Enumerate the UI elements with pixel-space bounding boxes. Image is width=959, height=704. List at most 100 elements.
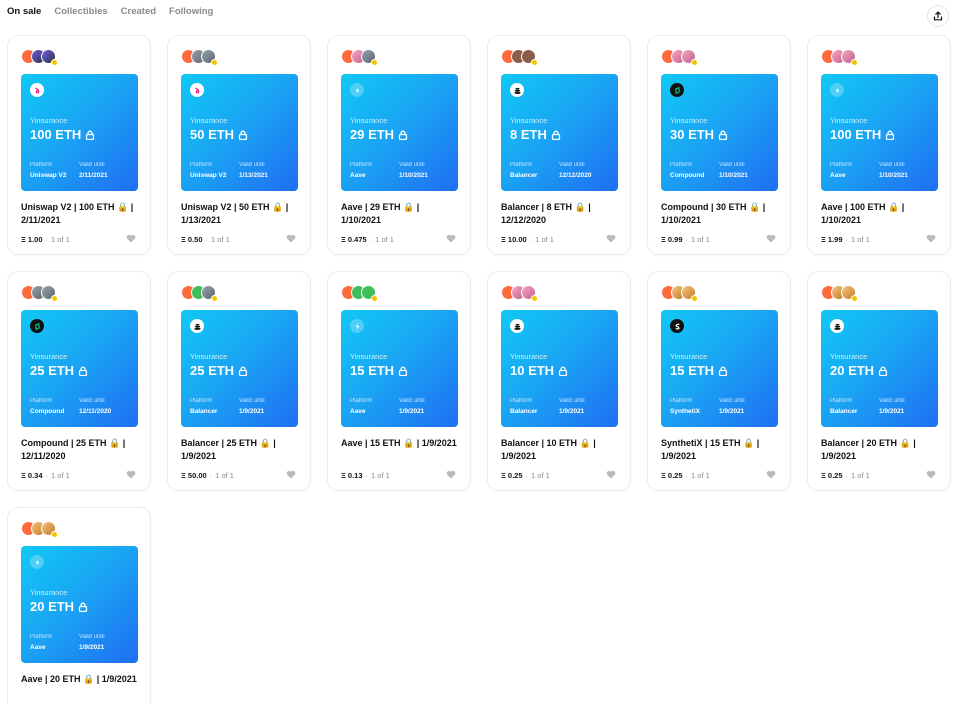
nft-title[interactable]: Aave | 15 ETH 🔒 | 1/9/2021 <box>341 437 457 463</box>
creator-avatars <box>341 283 457 302</box>
platform-value: Compound <box>670 172 705 179</box>
nft-card[interactable]: Yinsurance 50 ETH Platform Valid until U… <box>167 35 311 255</box>
lock-icon <box>398 130 408 140</box>
heart-icon[interactable] <box>446 470 456 479</box>
nft-card[interactable]: Yinsurance 25 ETH Platform Valid until B… <box>167 271 311 491</box>
heart-icon[interactable] <box>126 470 136 479</box>
edition-count: 1 of 1 <box>531 471 550 480</box>
nft-card[interactable]: Yinsurance 15 ETH Platform Valid until S… <box>647 271 791 491</box>
owner-avatar[interactable] <box>521 284 538 302</box>
heart-icon[interactable] <box>766 234 776 243</box>
heart-icon[interactable] <box>126 234 136 243</box>
platform-label: Platform <box>830 398 853 404</box>
price: Ξ 0.25 <box>821 471 843 480</box>
nft-artwork[interactable]: Yinsurance 100 ETH Platform Valid until … <box>821 74 938 191</box>
tab-on-sale[interactable]: On sale <box>7 6 41 17</box>
nft-title[interactable]: Balancer | 8 ETH 🔒 | 12/12/2020 <box>501 201 617 227</box>
nft-card[interactable]: Yinsurance 30 ETH Platform Valid until C… <box>647 35 791 255</box>
brand-label: Yinsurance <box>190 116 228 125</box>
heart-icon[interactable] <box>926 234 936 243</box>
nft-title[interactable]: Uniswap V2 | 100 ETH 🔒 | 2/11/2021 <box>21 201 137 227</box>
owner-avatar[interactable] <box>841 48 858 66</box>
nft-card[interactable]: Yinsurance 100 ETH Platform Valid until … <box>7 35 151 255</box>
nft-card[interactable]: Yinsurance 10 ETH Platform Valid until B… <box>487 271 631 491</box>
nft-artwork[interactable]: Yinsurance 15 ETH Platform Valid until A… <box>341 310 458 427</box>
tab-created[interactable]: Created <box>121 6 156 17</box>
coverage-amount: 100 ETH <box>830 127 895 142</box>
platform-label: Platform <box>30 162 53 168</box>
owner-avatar[interactable] <box>41 284 58 302</box>
heart-icon[interactable] <box>766 470 776 479</box>
creator-avatars <box>181 283 297 302</box>
nft-card[interactable]: Yinsurance 8 ETH Platform Valid until Ba… <box>487 35 631 255</box>
lock-icon <box>78 602 88 612</box>
price: Ξ 10.00 <box>501 235 527 244</box>
nft-title[interactable]: Balancer | 20 ETH 🔒 | 1/9/2021 <box>821 437 937 463</box>
nft-title[interactable]: SynthetiX | 15 ETH 🔒 | 1/9/2021 <box>661 437 777 463</box>
valid-until-label: Valid until <box>719 398 745 404</box>
owner-avatar[interactable] <box>681 48 698 66</box>
nft-artwork[interactable]: Yinsurance 50 ETH Platform Valid until U… <box>181 74 298 191</box>
owner-avatar[interactable] <box>41 48 58 66</box>
platform-value: Aave <box>30 644 46 651</box>
owner-avatar[interactable] <box>41 520 58 538</box>
nft-title[interactable]: Compound | 25 ETH 🔒 | 12/11/2020 <box>21 437 137 463</box>
nft-card[interactable]: Yinsurance 29 ETH Platform Valid until A… <box>327 35 471 255</box>
edition-count: 1 of 1 <box>535 235 554 244</box>
price-row: Ξ 0.99 · 1 of 1 <box>661 235 710 244</box>
nft-artwork[interactable]: Yinsurance 20 ETH Platform Valid until B… <box>821 310 938 427</box>
nft-artwork[interactable]: Yinsurance 29 ETH Platform Valid until A… <box>341 74 458 191</box>
coverage-amount-text: 29 ETH <box>350 127 395 142</box>
nft-artwork[interactable]: Yinsurance 15 ETH Platform Valid until S… <box>661 310 778 427</box>
heart-icon[interactable] <box>446 234 456 243</box>
nft-artwork[interactable]: Yinsurance 8 ETH Platform Valid until Ba… <box>501 74 618 191</box>
nft-card[interactable]: Yinsurance 20 ETH Platform Valid until B… <box>807 271 951 491</box>
owner-avatar[interactable] <box>201 48 218 66</box>
lock-icon <box>78 366 88 376</box>
nft-title[interactable]: Aave | 20 ETH 🔒 | 1/9/2021 <box>21 673 137 699</box>
nft-artwork[interactable]: Yinsurance 100 ETH Platform Valid until … <box>21 74 138 191</box>
nft-card[interactable]: Yinsurance 100 ETH Platform Valid until … <box>807 35 951 255</box>
tab-collectibles[interactable]: Collectibles <box>54 6 107 17</box>
nft-artwork[interactable]: Yinsurance 25 ETH Platform Valid until C… <box>21 310 138 427</box>
nft-artwork[interactable]: Yinsurance 20 ETH Platform Valid until A… <box>21 546 138 663</box>
nft-title[interactable]: Aave | 29 ETH 🔒 | 1/10/2021 <box>341 201 457 227</box>
nft-title[interactable]: Aave | 100 ETH 🔒 | 1/10/2021 <box>821 201 937 227</box>
nft-artwork[interactable]: Yinsurance 30 ETH Platform Valid until C… <box>661 74 778 191</box>
heart-icon[interactable] <box>606 470 616 479</box>
owner-avatar[interactable] <box>361 48 378 66</box>
platform-value: Uniswap V2 <box>30 172 67 179</box>
share-button[interactable] <box>927 5 949 27</box>
price-row: Ξ 1.00 · 1 of 1 <box>21 235 70 244</box>
owner-avatar[interactable] <box>361 284 378 302</box>
owner-avatar[interactable] <box>201 284 218 302</box>
nft-artwork[interactable]: Yinsurance 10 ETH Platform Valid until B… <box>501 310 618 427</box>
nft-title[interactable]: Balancer | 10 ETH 🔒 | 1/9/2021 <box>501 437 617 463</box>
nft-card[interactable]: Yinsurance 25 ETH Platform Valid until C… <box>7 271 151 491</box>
price: Ξ 0.99 <box>661 235 683 244</box>
nft-card[interactable]: Yinsurance 20 ETH Platform Valid until A… <box>7 507 151 704</box>
share-icon <box>933 11 943 21</box>
uniswap-icon <box>30 83 44 97</box>
owner-avatar[interactable] <box>521 48 538 66</box>
heart-icon[interactable] <box>926 470 936 479</box>
compound-icon <box>670 83 684 97</box>
nft-artwork[interactable]: Yinsurance 25 ETH Platform Valid until B… <box>181 310 298 427</box>
heart-icon[interactable] <box>286 234 296 243</box>
edition-count: 1 of 1 <box>215 471 234 480</box>
nft-card[interactable]: Yinsurance 15 ETH Platform Valid until A… <box>327 271 471 491</box>
heart-icon[interactable] <box>606 234 616 243</box>
nft-title[interactable]: Uniswap V2 | 50 ETH 🔒 | 1/13/2021 <box>181 201 297 227</box>
owner-avatar[interactable] <box>681 284 698 302</box>
coverage-amount-text: 100 ETH <box>830 127 882 142</box>
tab-following[interactable]: Following <box>169 6 213 17</box>
aave-icon <box>350 319 364 333</box>
lock-icon <box>238 366 248 376</box>
owner-avatar[interactable] <box>841 284 858 302</box>
coverage-amount-text: 15 ETH <box>350 363 395 378</box>
heart-icon[interactable] <box>286 470 296 479</box>
nft-title[interactable]: Balancer | 25 ETH 🔒 | 1/9/2021 <box>181 437 297 463</box>
aave-icon <box>350 83 364 97</box>
nft-title[interactable]: Compound | 30 ETH 🔒 | 1/10/2021 <box>661 201 777 227</box>
coverage-amount: 50 ETH <box>190 127 248 142</box>
